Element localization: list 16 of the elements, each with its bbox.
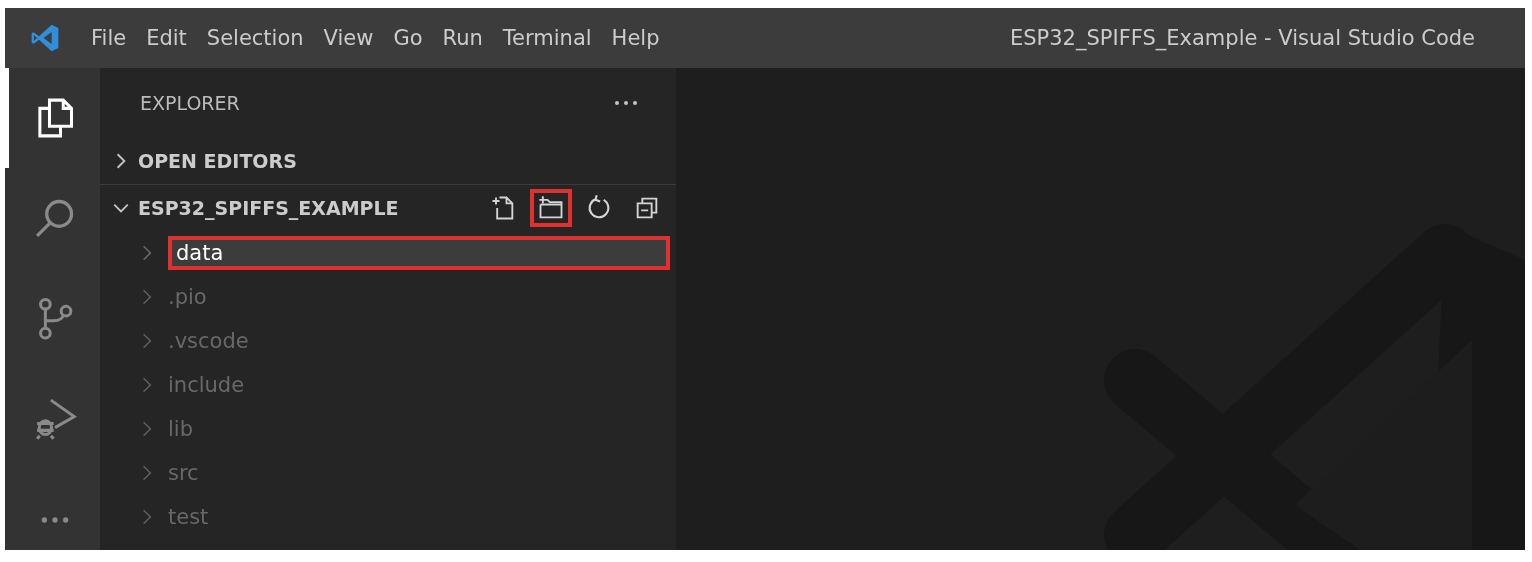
menu-item[interactable]: Selection (198, 22, 312, 54)
section-header[interactable]: OPEN EDITORS (138, 150, 297, 172)
folder-name-field[interactable]: data (168, 236, 670, 270)
menu-item[interactable]: Help (603, 22, 668, 54)
panel-title: EXPLORER (140, 92, 240, 114)
more-actions-icon[interactable] (614, 100, 638, 106)
menu-item[interactable]: File (83, 22, 135, 54)
menu-item[interactable]: Go (385, 22, 431, 54)
menu-item[interactable]: Edit (138, 22, 195, 54)
menu-item[interactable]: Run (434, 22, 491, 54)
window-title: ESP32_SPIFFS_Example - Visual Studio Code (1010, 26, 1475, 50)
new-folder-button[interactable] (530, 189, 572, 227)
app-logo-icon (29, 22, 61, 54)
menu-item[interactable]: Terminal (494, 22, 600, 54)
menu-item[interactable]: View (315, 22, 382, 54)
section-header[interactable]: ESP32_SPIFFS_EXAMPLE (138, 197, 399, 219)
